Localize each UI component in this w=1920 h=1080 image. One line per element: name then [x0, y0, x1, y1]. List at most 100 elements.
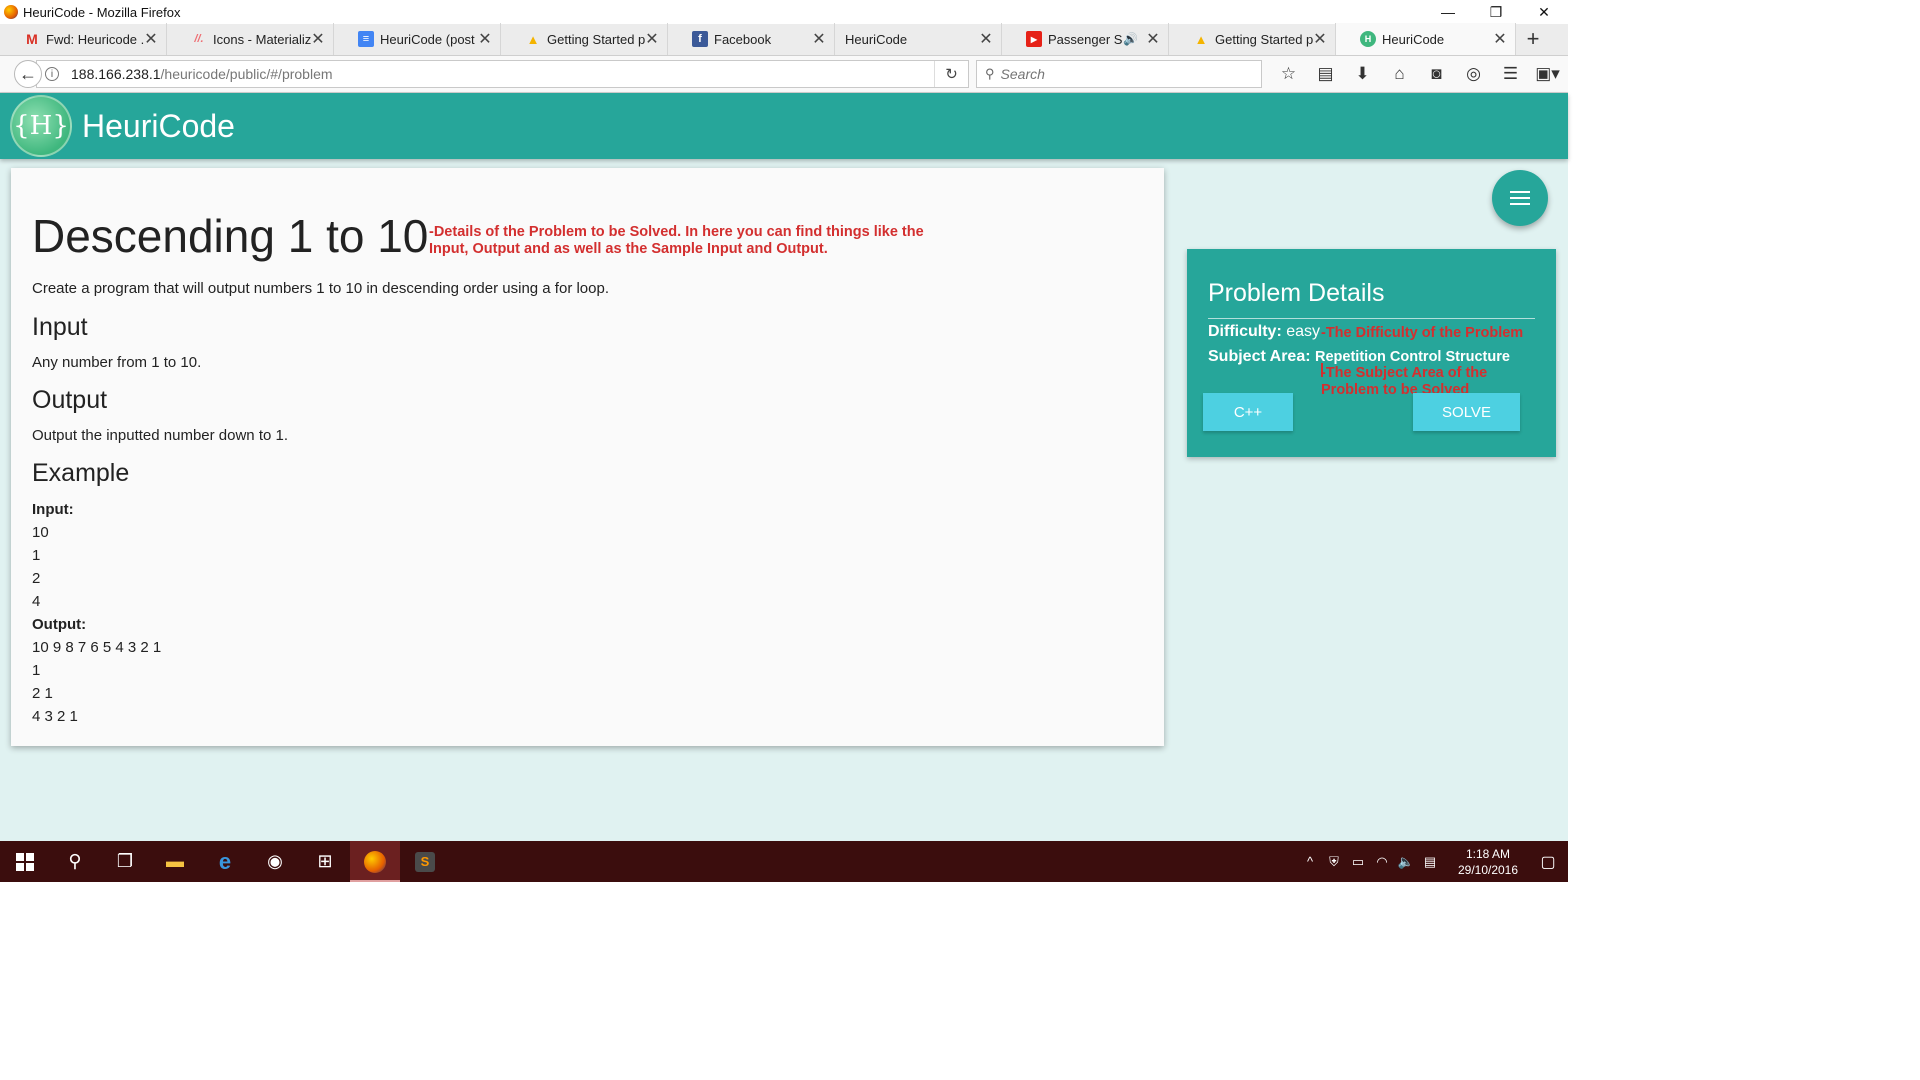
output-text: Output the inputted number down to 1. — [32, 427, 289, 444]
example-block: Input: 10 1 2 4 Output: 10 9 8 7 6 5 4 3… — [32, 498, 161, 728]
problem-card: Descending 1 to 10 -Details of the Probl… — [11, 168, 1164, 746]
minimize-button[interactable]: — — [1424, 0, 1472, 24]
example-input-line: 2 — [32, 570, 41, 587]
url-bar[interactable]: i 188.166.238.1/heuricode/public/#/probl… — [36, 60, 969, 88]
output-heading: Output — [32, 386, 108, 414]
home-icon[interactable]: ⌂ — [1381, 60, 1418, 88]
hamburger-icon — [1510, 191, 1530, 205]
page-content: {H} HeuriCode Descending 1 to 10 -Detail… — [0, 93, 1568, 841]
language-select-button[interactable]: C++ — [1203, 393, 1293, 431]
gmail-icon: M — [26, 31, 38, 47]
close-tab-icon[interactable]: ✕ — [979, 29, 993, 49]
download-icon[interactable]: ⬇ — [1344, 60, 1381, 88]
menu-icon[interactable]: ☰ — [1492, 60, 1529, 88]
example-input-label: Input: — [32, 501, 74, 518]
close-window-button[interactable]: ✕ — [1520, 0, 1568, 24]
notifications-icon[interactable]: ▢ — [1528, 852, 1568, 872]
browser-tab[interactable]: f Facebook ✕ — [668, 23, 835, 55]
browser-tab[interactable]: ▲ Getting Started p... ✕ — [1169, 23, 1336, 55]
shield-icon[interactable]: ⛨ — [1322, 854, 1346, 870]
window-title: HeuriCode - Mozilla Firefox — [23, 4, 181, 20]
example-input-line: 1 — [32, 547, 41, 564]
battery-icon[interactable]: ▭ — [1346, 854, 1370, 870]
browser-tab[interactable]: ▲ Getting Started p... ✕ — [501, 23, 668, 55]
sync-icon[interactable]: ◎ — [1455, 60, 1492, 88]
search-input[interactable] — [1000, 66, 1241, 82]
message-icon[interactable]: ▤ — [1418, 854, 1442, 870]
tab-label: Passenger Se... — [1048, 31, 1123, 47]
browser-tab[interactable]: M Fwd: Heuricode ... ✕ — [0, 23, 167, 55]
tab-label: HeuriCode — [1382, 31, 1445, 47]
store-icon[interactable]: ⊞ — [300, 841, 350, 882]
pocket-icon[interactable]: ◙ — [1418, 60, 1455, 88]
site-info-icon[interactable]: i — [45, 67, 59, 81]
clock[interactable]: 1:18 AM 29/10/2016 — [1448, 846, 1528, 878]
google-drive-icon: ▲ — [526, 31, 540, 47]
browser-tab[interactable]: //. Icons - Materialize ✕ — [167, 23, 334, 55]
tab-label: HeuriCode (post ... — [380, 31, 478, 47]
firefox-icon — [4, 5, 18, 19]
browser-tab[interactable]: ≡ HeuriCode (post ... ✕ — [334, 23, 501, 55]
example-output-line: 1 — [32, 662, 41, 679]
search-icon: ⚲ — [985, 66, 995, 81]
search-icon[interactable]: ⚲ — [50, 841, 100, 882]
search-bar[interactable]: ⚲ — [976, 60, 1262, 88]
subject-label: Subject Area: — [1208, 348, 1311, 365]
screenshot-icon[interactable]: ▣▾ — [1529, 60, 1566, 88]
problem-details-annotation: -Details of the Problem to be Solved. In… — [429, 224, 924, 257]
browser-tab[interactable]: ▶ Passenger Se... 🔊 ✕ — [1002, 23, 1169, 55]
browser-tab-active[interactable]: H HeuriCode ✕ — [1336, 23, 1516, 55]
subject-value: Repetition Control Structure — [1315, 349, 1510, 365]
difficulty-value: easy — [1286, 323, 1321, 340]
app-header: {H} HeuriCode — [0, 93, 1568, 159]
heuricode-logo[interactable]: {H} — [10, 95, 72, 157]
close-tab-icon[interactable]: ✕ — [1493, 29, 1507, 49]
clock-date: 29/10/2016 — [1457, 862, 1519, 877]
heuricode-favicon: H — [1360, 31, 1376, 47]
firefox-taskbar-icon[interactable] — [350, 841, 400, 882]
system-tray: ^ ⛨ ▭ ◠ 🔈 ▤ 1:18 AM 29/10/2016 ▢ — [1298, 841, 1568, 882]
restore-button[interactable]: ❐ — [1472, 0, 1520, 24]
browser-tab[interactable]: HeuriCode ✕ — [835, 23, 1002, 55]
google-drive-icon: ▲ — [1194, 31, 1208, 47]
back-button[interactable]: ← — [14, 60, 42, 88]
close-tab-icon[interactable]: ✕ — [1313, 29, 1327, 49]
window-titlebar: HeuriCode - Mozilla Firefox — ❐ ✕ — [0, 0, 1568, 24]
close-tab-icon[interactable]: ✕ — [1146, 29, 1160, 49]
new-tab-button[interactable]: + — [1516, 23, 1550, 55]
steam-icon[interactable]: ◉ — [250, 841, 300, 882]
sublime-text-icon[interactable]: S — [400, 841, 450, 882]
solve-button[interactable]: SOLVE — [1413, 393, 1520, 431]
speaker-icon[interactable]: 🔊 — [1123, 32, 1138, 46]
url-text[interactable]: 188.166.238.1/heuricode/public/#/problem — [71, 66, 333, 82]
reading-list-icon[interactable]: ▤ — [1307, 60, 1344, 88]
menu-fab-button[interactable] — [1492, 170, 1548, 226]
facebook-icon: f — [692, 31, 708, 47]
file-explorer-icon[interactable]: ▬ — [150, 841, 200, 882]
difficulty-label: Difficulty: — [1208, 323, 1282, 340]
task-view-icon[interactable]: ❐ — [100, 841, 150, 882]
tab-label: HeuriCode — [845, 31, 908, 47]
bookmark-star-icon[interactable]: ☆ — [1270, 60, 1307, 88]
close-tab-icon[interactable]: ✕ — [478, 29, 492, 49]
wifi-icon[interactable]: ◠ — [1370, 854, 1394, 870]
close-tab-icon[interactable]: ✕ — [645, 29, 659, 49]
reload-icon[interactable]: ↻ — [934, 61, 968, 87]
app-name[interactable]: HeuriCode — [82, 108, 235, 145]
close-tab-icon[interactable]: ✕ — [144, 29, 158, 49]
tab-label: Fwd: Heuricode ... — [46, 31, 144, 47]
close-tab-icon[interactable]: ✕ — [812, 29, 826, 49]
tab-label: Getting Started p... — [1215, 31, 1313, 47]
chevron-up-icon[interactable]: ^ — [1298, 854, 1322, 869]
example-input-line: 4 — [32, 593, 41, 610]
materialize-icon: //. — [194, 33, 204, 45]
example-output-line: 2 1 — [32, 685, 53, 702]
taskbar: ⚲ ❐ ▬ e ◉ ⊞ S ^ ⛨ ▭ ◠ 🔈 ▤ 1:18 AM 29/10/… — [0, 841, 1568, 882]
volume-icon[interactable]: 🔈 — [1394, 854, 1418, 870]
input-text: Any number from 1 to 10. — [32, 354, 202, 371]
close-tab-icon[interactable]: ✕ — [311, 29, 325, 49]
edge-icon[interactable]: e — [200, 841, 250, 882]
google-docs-icon: ≡ — [358, 31, 374, 47]
input-heading: Input — [32, 313, 88, 341]
windows-start-icon[interactable] — [0, 841, 50, 882]
